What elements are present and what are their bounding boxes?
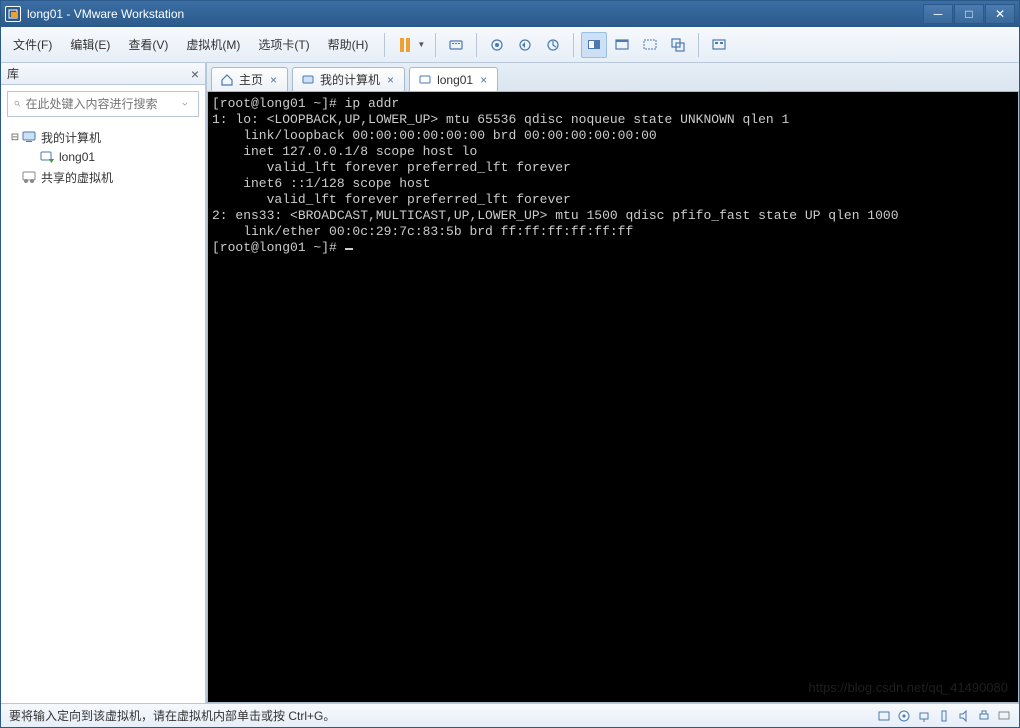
status-text: 要将输入定向到该虚拟机，请在虚拟机内部单击或按 Ctrl+G。 [9, 707, 335, 724]
search-input[interactable] [26, 97, 181, 111]
tab-home[interactable]: 主页 × [211, 67, 288, 91]
menu-tabs[interactable]: 选项卡(T) [250, 32, 317, 57]
computer-icon [21, 129, 37, 145]
toolbar-separator [698, 33, 699, 57]
home-icon [220, 73, 234, 87]
tab-close-icon[interactable]: × [268, 73, 279, 87]
tab-label: 我的计算机 [320, 71, 380, 88]
menu-vm[interactable]: 虚拟机(M) [178, 32, 248, 57]
library-sidebar: 库 × ⊟ 我的计算机 long01 [1, 63, 206, 703]
terminal-cursor [345, 248, 353, 250]
sidebar-close-button[interactable]: × [191, 66, 199, 82]
power-dropdown[interactable]: ▼ [417, 32, 425, 58]
tree-label: 共享的虚拟机 [41, 169, 113, 186]
terminal-line: inet6 ::1/128 scope host [212, 176, 438, 191]
sidebar-header: 库 × [1, 63, 205, 85]
tree-node-long01[interactable]: long01 [25, 147, 199, 167]
printer-icon[interactable] [977, 709, 991, 723]
unity-button[interactable] [637, 32, 663, 58]
window-controls: ─ □ ✕ [922, 4, 1015, 24]
menu-view[interactable]: 查看(V) [120, 32, 176, 57]
sidebar-title: 库 [7, 65, 191, 82]
revert-snapshot-button[interactable] [512, 32, 538, 58]
app-icon [5, 6, 21, 22]
vm-icon [418, 73, 432, 87]
tab-mycomputer[interactable]: 我的计算机 × [292, 67, 405, 91]
manage-snapshot-button[interactable] [540, 32, 566, 58]
main-panel: 主页 × 我的计算机 × long01 × [root@long01 ~]# i… [206, 63, 1019, 703]
snapshot-button[interactable] [484, 32, 510, 58]
vm-console[interactable]: [root@long01 ~]# ip addr 1: lo: <LOOPBAC… [207, 91, 1019, 703]
status-bar: 要将输入定向到该虚拟机，请在虚拟机内部单击或按 Ctrl+G。 [1, 703, 1019, 727]
titlebar[interactable]: long01 - VMware Workstation ─ □ ✕ [1, 1, 1019, 27]
toolbar-separator [573, 33, 574, 57]
content-area: 库 × ⊟ 我的计算机 long01 [1, 63, 1019, 703]
tab-label: 主页 [239, 71, 263, 88]
status-tray [877, 709, 1011, 723]
app-window: long01 - VMware Workstation ─ □ ✕ 文件(F) … [0, 0, 1020, 728]
show-console-button[interactable] [581, 32, 607, 58]
fullscreen-button[interactable] [609, 32, 635, 58]
tab-close-icon[interactable]: × [385, 73, 396, 87]
menubar: 文件(F) 编辑(E) 查看(V) 虚拟机(M) 选项卡(T) 帮助(H) ▼ [1, 27, 1019, 63]
toolbar-separator [435, 33, 436, 57]
shared-vm-icon [21, 169, 37, 185]
search-dropdown-icon[interactable] [181, 97, 189, 111]
close-button[interactable]: ✕ [985, 4, 1015, 24]
computer-icon [301, 73, 315, 87]
terminal-line: link/loopback 00:00:00:00:00:00 brd 00:0… [212, 128, 657, 143]
terminal-line: 1: lo: <LOOPBACK,UP,LOWER_UP> mtu 65536 … [212, 112, 789, 127]
search-icon [14, 97, 22, 111]
tab-close-icon[interactable]: × [478, 73, 489, 87]
maximize-button[interactable]: □ [954, 4, 984, 24]
cd-icon[interactable] [897, 709, 911, 723]
terminal-line: inet 127.0.0.1/8 scope host lo [212, 144, 477, 159]
tree-label: long01 [59, 150, 95, 164]
terminal-line: 2: ens33: <BROADCAST,MULTICAST,UP,LOWER_… [212, 208, 899, 223]
tree-collapse-icon[interactable]: ⊟ [9, 132, 21, 143]
watermark-text: https://blog.csdn.net/qq_41490080 [809, 680, 1009, 696]
message-icon[interactable] [997, 709, 1011, 723]
terminal-line: link/ether 00:0c:29:7c:83:5b brd ff:ff:f… [212, 224, 633, 239]
cycle-button[interactable] [665, 32, 691, 58]
tab-label: long01 [437, 73, 473, 87]
tree-node-shared[interactable]: 共享的虚拟机 [7, 167, 199, 187]
pause-button[interactable] [392, 32, 418, 58]
usb-icon[interactable] [937, 709, 951, 723]
terminal-line: valid_lft forever preferred_lft forever [212, 192, 571, 207]
tab-long01[interactable]: long01 × [409, 67, 498, 91]
network-icon[interactable] [917, 709, 931, 723]
terminal-line: valid_lft forever preferred_lft forever [212, 160, 571, 175]
terminal-line: [root@long01 ~]# [212, 240, 345, 255]
thumbnail-button[interactable] [706, 32, 732, 58]
toolbar-separator [476, 33, 477, 57]
library-tree: ⊟ 我的计算机 long01 共享的虚拟机 [1, 123, 205, 703]
menu-file[interactable]: 文件(F) [5, 32, 60, 57]
disk-icon[interactable] [877, 709, 891, 723]
search-box[interactable] [7, 91, 199, 117]
window-title: long01 - VMware Workstation [27, 7, 922, 21]
terminal-line: [root@long01 ~]# ip addr [212, 96, 399, 111]
menu-edit[interactable]: 编辑(E) [62, 32, 118, 57]
minimize-button[interactable]: ─ [923, 4, 953, 24]
tree-label: 我的计算机 [41, 129, 101, 146]
vm-running-icon [39, 149, 55, 165]
sound-icon[interactable] [957, 709, 971, 723]
menu-help[interactable]: 帮助(H) [320, 32, 377, 57]
send-ctrlaltdel-button[interactable] [443, 32, 469, 58]
tab-bar: 主页 × 我的计算机 × long01 × [207, 63, 1019, 91]
toolbar-separator [384, 33, 385, 57]
tree-node-mycomputer[interactable]: ⊟ 我的计算机 [7, 127, 199, 147]
